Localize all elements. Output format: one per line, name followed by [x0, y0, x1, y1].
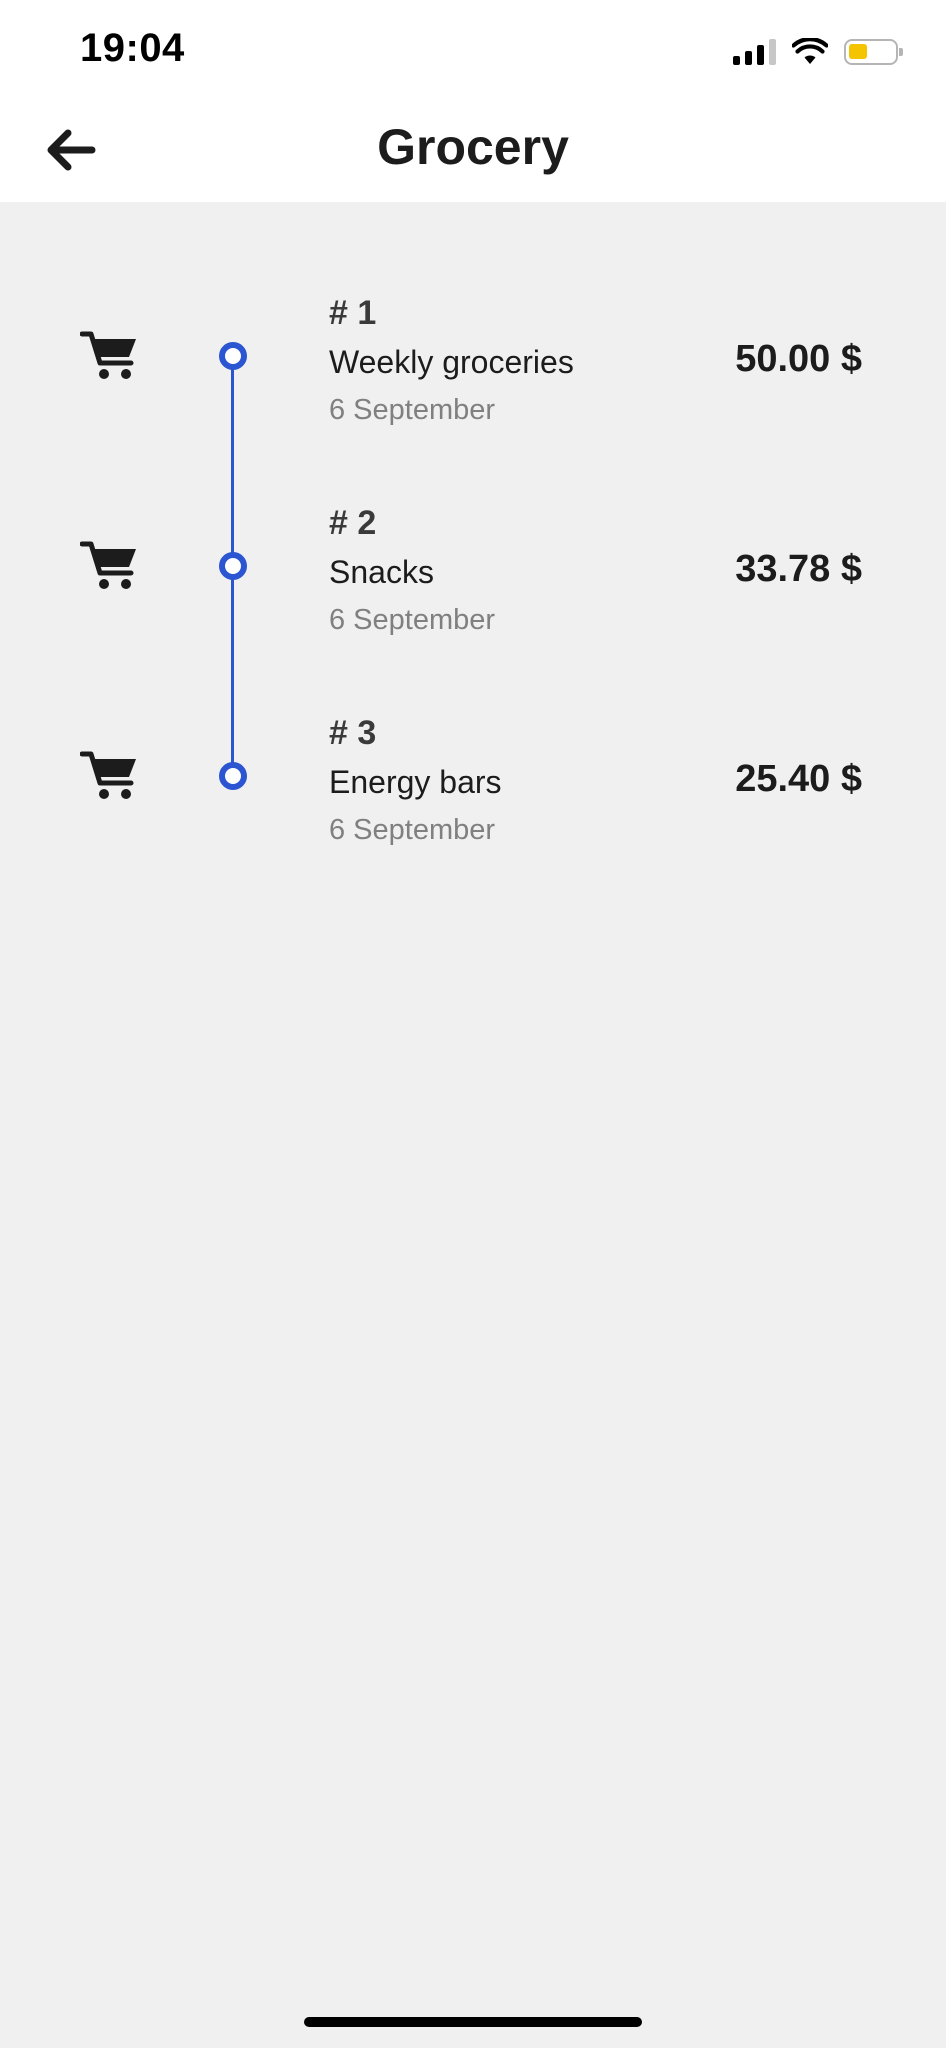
transaction-date: 6 September — [329, 394, 496, 426]
top-bar: 19:04 Grocery — [0, 0, 946, 202]
transaction-title: Energy bars — [329, 764, 502, 800]
status-time: 19:04 — [80, 26, 185, 70]
status-icons — [733, 36, 903, 68]
transaction-item[interactable]: # 3 Energy bars 6 September 25.40 $ — [0, 714, 946, 874]
transaction-title: Snacks — [329, 554, 434, 590]
battery-icon — [844, 39, 903, 65]
timeline-node — [219, 552, 247, 580]
shopping-cart-icon — [80, 541, 136, 589]
transaction-title: Weekly groceries — [329, 344, 574, 380]
transaction-amount: 25.40 $ — [735, 758, 862, 800]
wifi-icon — [792, 38, 828, 64]
shopping-cart-icon — [80, 331, 136, 379]
timeline-node — [219, 762, 247, 790]
cellular-signal-icon — [733, 39, 776, 65]
transaction-amount: 33.78 $ — [735, 548, 862, 590]
timeline-node — [219, 342, 247, 370]
transaction-date: 6 September — [329, 604, 496, 636]
transaction-number: # 1 — [329, 294, 377, 332]
transaction-number: # 2 — [329, 504, 377, 542]
transaction-number: # 3 — [329, 714, 377, 752]
transaction-item[interactable]: # 2 Snacks 6 September 33.78 $ — [0, 504, 946, 664]
transaction-amount: 50.00 $ — [735, 338, 862, 380]
transaction-date: 6 September — [329, 814, 496, 846]
transaction-item[interactable]: # 1 Weekly groceries 6 September 50.00 $ — [0, 294, 946, 454]
shopping-cart-icon — [80, 751, 136, 799]
home-indicator — [304, 2017, 642, 2027]
page-title: Grocery — [377, 119, 569, 175]
